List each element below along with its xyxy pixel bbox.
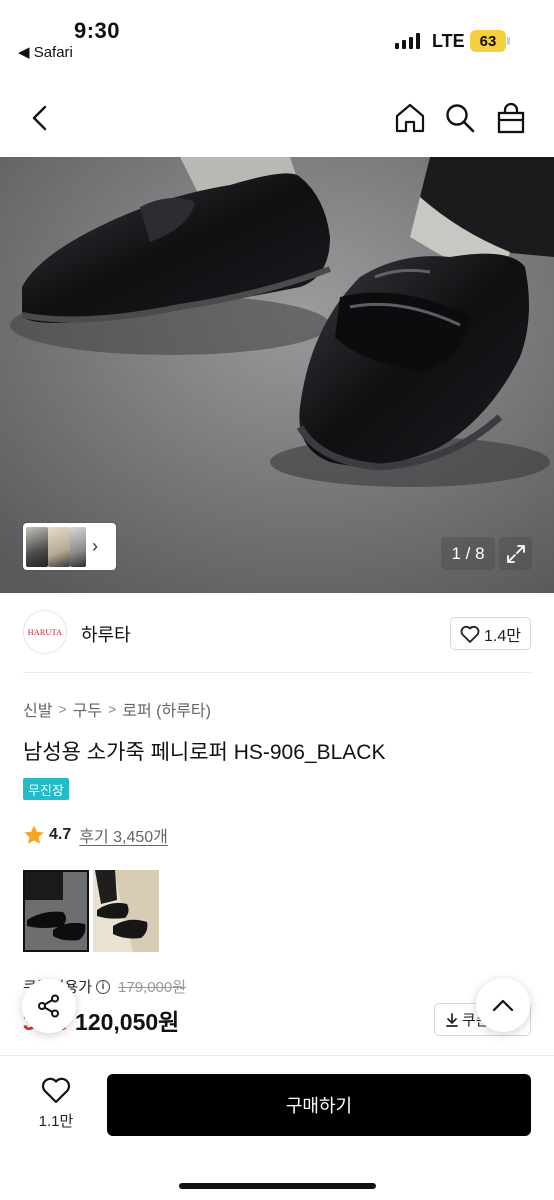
thumbnail-image	[48, 526, 70, 567]
buy-button[interactable]: 구매하기	[107, 1074, 531, 1136]
variant-image	[23, 870, 89, 952]
status-bar: 9:30 ◀ Safari LTE 63	[0, 0, 554, 80]
heart-icon	[41, 1077, 71, 1104]
thumbnail-image	[26, 526, 48, 567]
network-type: LTE	[432, 31, 465, 51]
brand-logo: HARUTA	[23, 610, 67, 654]
status-time: 9:30	[74, 18, 121, 43]
expand-image-button[interactable]	[499, 537, 532, 570]
chevron-right-icon: >	[58, 701, 67, 717]
breadcrumb-item[interactable]: 신발	[23, 697, 52, 721]
info-icon[interactable]: i	[96, 979, 111, 994]
thumbnail-image	[70, 526, 86, 567]
variant-thumbnail-black[interactable]	[23, 870, 89, 952]
expand-icon	[506, 544, 525, 563]
battery-level: 63	[470, 30, 506, 52]
heart-icon	[460, 625, 480, 643]
chevron-left-icon	[32, 105, 47, 131]
cart-button[interactable]	[491, 98, 531, 138]
shopping-bag-icon	[497, 102, 525, 134]
wishlist-count: 1.1만	[38, 1113, 74, 1130]
battery-icon: 63	[470, 30, 510, 52]
search-icon	[446, 104, 475, 133]
brand-row[interactable]: HARUTA 하루타 1.4만	[0, 593, 554, 673]
search-button[interactable]	[440, 98, 480, 138]
sale-price: 120,050원	[75, 1009, 180, 1035]
chevron-up-icon	[492, 999, 514, 1012]
rating-value: 4.7	[49, 826, 72, 843]
home-indicator	[179, 1183, 376, 1189]
brand-like-count: 1.4만	[484, 627, 521, 645]
reviews-link[interactable]: 후기 3,450개	[79, 823, 168, 847]
thumbnail-strip[interactable]: ›	[23, 523, 116, 570]
original-price: 179,000원	[118, 979, 187, 996]
bottom-action-bar: 1.1만 구매하기	[0, 1055, 554, 1200]
chevron-right-icon: ›	[92, 536, 98, 556]
variant-image	[93, 870, 159, 952]
back-to-safari-link[interactable]: ◀ Safari	[18, 43, 73, 61]
signal-icon	[395, 33, 420, 49]
scroll-to-top-button[interactable]	[476, 978, 530, 1032]
back-button[interactable]	[20, 98, 60, 138]
product-title: 남성용 소가죽 페니로퍼 HS-906_BLACK	[23, 741, 386, 764]
brand-name[interactable]: 하루타	[81, 621, 131, 647]
home-button[interactable]	[390, 98, 430, 138]
store-badge: 무진장	[23, 778, 69, 800]
nav-bar	[0, 80, 554, 158]
variant-thumbnail-beige[interactable]	[93, 870, 159, 952]
home-icon	[395, 103, 425, 133]
breadcrumb-item[interactable]: 로퍼 (하루타)	[122, 697, 211, 721]
brand-like-button[interactable]: 1.4만	[450, 617, 531, 650]
chevron-right-icon: >	[108, 701, 117, 717]
rating-row: 4.7 후기 3,450개	[23, 823, 168, 847]
image-page-counter: 1 / 8	[441, 537, 495, 570]
color-variants	[23, 870, 159, 952]
download-icon	[446, 1012, 458, 1027]
breadcrumb: 신발 > 구두 > 로퍼 (하루타)	[23, 697, 211, 721]
wishlist-button[interactable]: 1.1만	[27, 1076, 85, 1140]
share-button[interactable]	[22, 979, 76, 1033]
star-icon	[24, 825, 44, 844]
breadcrumb-item[interactable]: 구두	[73, 697, 102, 721]
share-icon	[38, 994, 59, 1018]
divider	[23, 672, 531, 673]
